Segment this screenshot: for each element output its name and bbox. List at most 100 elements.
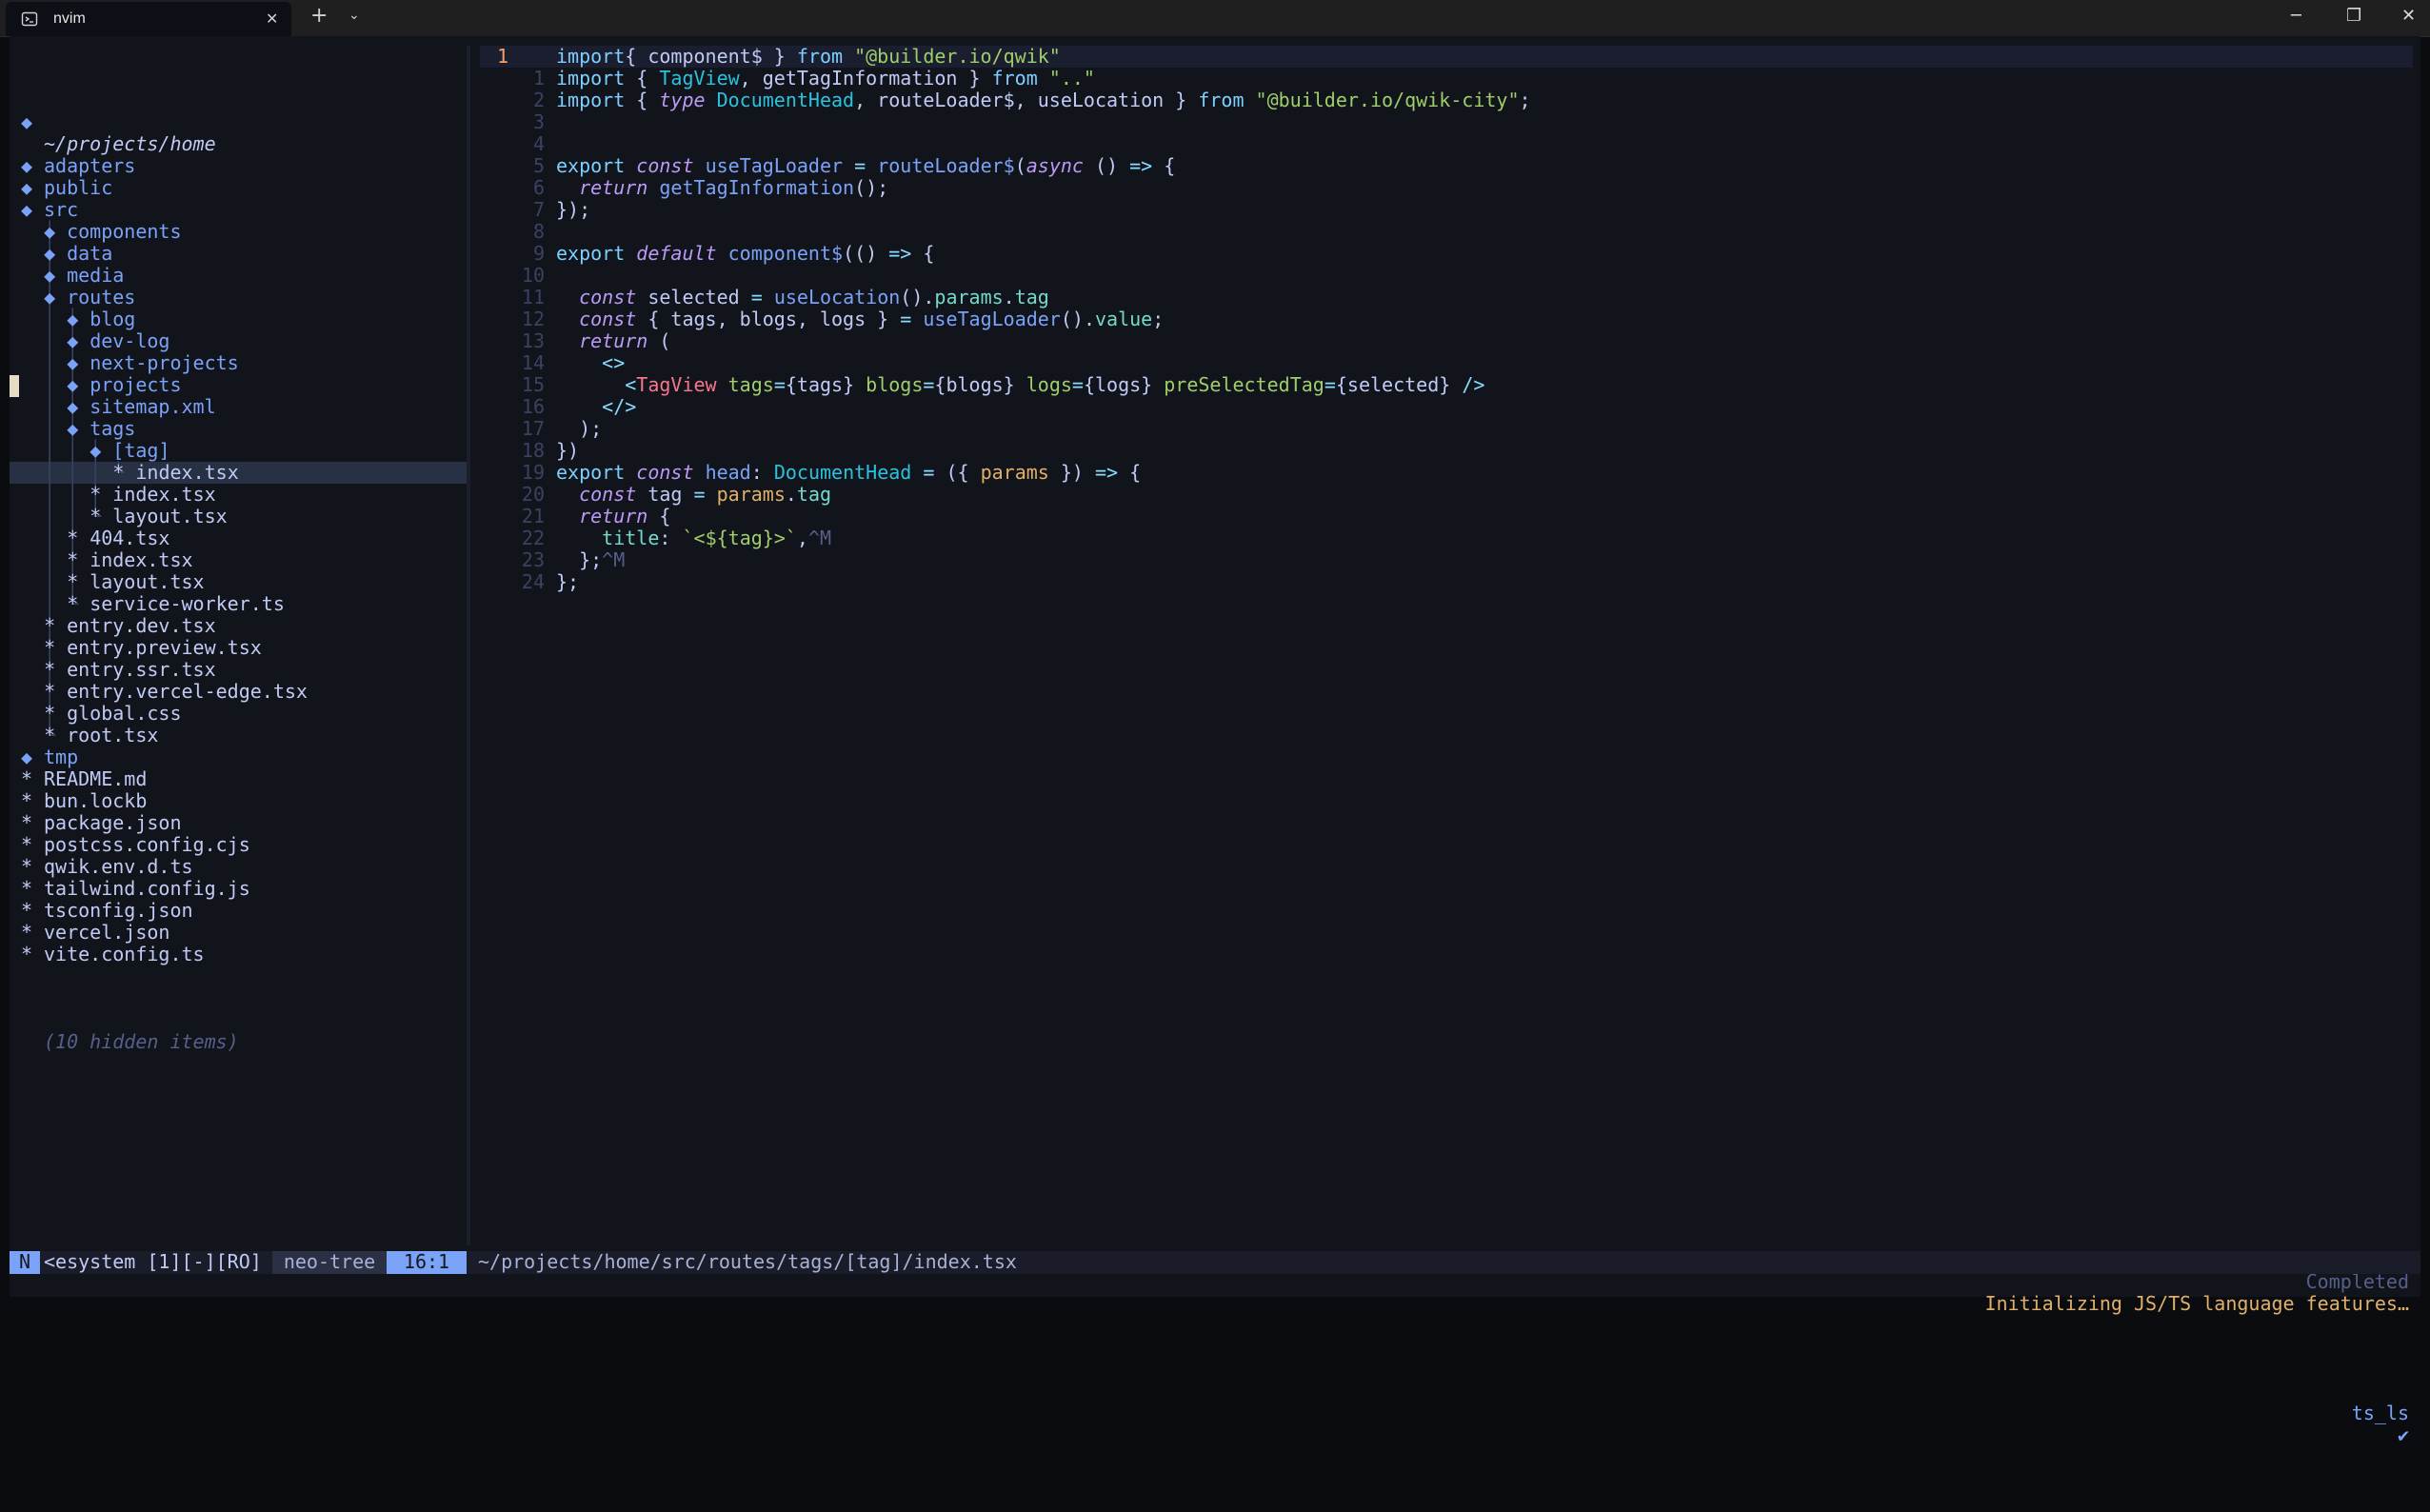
- tree-file[interactable]: │ │ * layout.tsx: [10, 571, 467, 593]
- code-line[interactable]: 17 );: [480, 418, 2413, 440]
- tree-file[interactable]: │ * entry.dev.tsx: [10, 615, 467, 637]
- tree-folder[interactable]: │ ◆ data: [10, 243, 467, 265]
- code-line[interactable]: 22 title: `<${tag}>`,^M: [480, 527, 2413, 549]
- tree-folder[interactable]: │ │ ◆ next-projects: [10, 352, 467, 374]
- tree-root[interactable]: ◆ ~/projects/home: [10, 90, 467, 155]
- tree-file[interactable]: * bun.lockb: [10, 790, 467, 812]
- line-number: 3: [532, 110, 545, 133]
- code-token: =: [773, 373, 786, 396]
- tree-file[interactable]: │ * entry.vercel-edge.tsx: [10, 681, 467, 703]
- tree-folder[interactable]: │ │ ◆ sitemap.xml: [10, 396, 467, 418]
- code-line[interactable]: 1 import{ component$ } from "@builder.io/…: [480, 46, 2413, 68]
- code-line[interactable]: 19 export const head: DocumentHead = ({ p…: [480, 462, 2413, 484]
- line-number: 23: [521, 548, 545, 571]
- code-token: from: [796, 45, 844, 68]
- code-line[interactable]: 9 export default component$(() => {: [480, 243, 2413, 265]
- code-text: import { type DocumentHead, routeLoader$…: [556, 90, 1531, 111]
- tree-folder[interactable]: │ │ ◆ blog: [10, 308, 467, 330]
- tab-title: nvim: [53, 10, 86, 27]
- code-line[interactable]: 8: [480, 221, 2413, 243]
- minimize-button[interactable]: ─: [2291, 6, 2301, 26]
- file-icon: *: [44, 658, 56, 681]
- code-token: return: [579, 329, 648, 352]
- tree-file[interactable]: │ * global.css: [10, 703, 467, 725]
- code-line[interactable]: 18}): [480, 440, 2413, 462]
- tree-file[interactable]: * tailwind.config.js: [10, 878, 467, 900]
- tree-item-label: src: [44, 198, 79, 221]
- file-icon: *: [21, 833, 33, 856]
- tree-file[interactable]: * package.json: [10, 812, 467, 834]
- code-line[interactable]: 14 <>: [480, 352, 2413, 374]
- tree-file[interactable]: * qwik.env.d.ts: [10, 856, 467, 878]
- window-separator: [467, 46, 470, 1245]
- code-token: =: [1324, 373, 1336, 396]
- tree-file[interactable]: │ * entry.ssr.tsx: [10, 659, 467, 681]
- code-line[interactable]: 12 const { tags, blogs, logs } = useTagL…: [480, 308, 2413, 330]
- line-number: 17: [521, 417, 545, 440]
- tree-folder[interactable]: ◆ src: [10, 199, 467, 221]
- tree-file[interactable]: │ * entry.preview.tsx: [10, 637, 467, 659]
- code-line[interactable]: 10: [480, 265, 2413, 287]
- tree-file[interactable]: └ * root.tsx: [10, 725, 467, 746]
- code-line[interactable]: 23 };^M: [480, 549, 2413, 571]
- tree-folder[interactable]: │ ◆ routes: [10, 287, 467, 308]
- tree-file[interactable]: * README.md: [10, 768, 467, 790]
- tree-item-label: layout.tsx: [90, 570, 205, 593]
- tree-folder[interactable]: │ │ │ ◆ [tag]: [10, 440, 467, 462]
- code-text: </>: [556, 396, 636, 418]
- code-token: ().: [1060, 308, 1095, 330]
- tree-folder[interactable]: ◆ tmp: [10, 746, 467, 768]
- tree-file[interactable]: * vercel.json: [10, 922, 467, 944]
- code-line[interactable]: 11 const selected = useLocation().params…: [480, 287, 2413, 308]
- tree-file[interactable]: │ └ * service-worker.ts: [10, 593, 467, 615]
- code-line[interactable]: 24};: [480, 571, 2413, 593]
- line-number: 20: [521, 483, 545, 506]
- code-line[interactable]: 20 const tag = params.tag: [480, 484, 2413, 506]
- tree-file[interactable]: │ │ │ * index.tsx: [10, 484, 467, 506]
- code-editor[interactable]: 1 import{ component$ } from "@builder.io/…: [480, 46, 2413, 593]
- folder-icon: ◆: [44, 286, 56, 308]
- close-window-button[interactable]: ✕: [2401, 6, 2416, 26]
- code-line[interactable]: 16 </>: [480, 396, 2413, 418]
- tree-file[interactable]: * tsconfig.json: [10, 900, 467, 922]
- code-line[interactable]: 13 return (: [480, 330, 2413, 352]
- tree-file[interactable]: │ │ * index.tsx: [10, 549, 467, 571]
- tree-folder[interactable]: │ ◆ media: [10, 265, 467, 287]
- code-line[interactable]: 6 return getTagInformation();: [480, 177, 2413, 199]
- tree-file[interactable]: │ │ │ └ * index.tsx: [10, 462, 467, 484]
- maximize-button[interactable]: ❐: [2346, 6, 2361, 26]
- tree-item-label: entry.ssr.tsx: [67, 658, 216, 681]
- neo-tree-panel: ◆ ~/projects/home ◆ adapters ◆ public ◆ src │ …: [10, 46, 467, 1075]
- line-number: 10: [521, 264, 545, 287]
- tree-folder[interactable]: ◆ adapters: [10, 155, 467, 177]
- new-tab-button[interactable]: +: [310, 4, 328, 28]
- code-line[interactable]: 15 <TagView tags={tags} blogs={blogs} lo…: [480, 374, 2413, 396]
- chevron-down-icon[interactable]: ⌄: [349, 8, 360, 23]
- code-line[interactable]: 3: [480, 111, 2413, 133]
- tree-item-label: vite.config.ts: [44, 943, 205, 965]
- code-line[interactable]: 7});: [480, 199, 2413, 221]
- tree-file[interactable]: │ │ └ * layout.tsx: [10, 506, 467, 527]
- line-number: 5: [532, 154, 545, 177]
- code-line[interactable]: 1 import { TagView, getTagInformation } f…: [480, 68, 2413, 90]
- tab-close-icon[interactable]: ✕: [266, 10, 278, 28]
- code-token: export: [556, 154, 626, 177]
- code-line[interactable]: 2 import { type DocumentHead, routeLoader…: [480, 90, 2413, 111]
- tree-folder[interactable]: ◆ public: [10, 177, 467, 199]
- tree-folder[interactable]: │ │ ◆ dev-log: [10, 330, 467, 352]
- line-number: 22: [521, 527, 545, 549]
- tab-nvim[interactable]: nvim ✕: [6, 2, 291, 36]
- tree-folder[interactable]: │ │ ◆ tags: [10, 418, 467, 440]
- tree-folder[interactable]: │ ◆ components: [10, 221, 467, 243]
- code-line[interactable]: 5 export const useTagLoader = routeLoader…: [480, 155, 2413, 177]
- code-token: const: [636, 154, 694, 177]
- tree-file[interactable]: │ │ * 404.tsx: [10, 527, 467, 549]
- tree-file[interactable]: * vite.config.ts: [10, 944, 467, 965]
- tree-file[interactable]: * postcss.config.cjs: [10, 834, 467, 856]
- tree-item-label: blog: [90, 308, 136, 330]
- code-line[interactable]: 4: [480, 133, 2413, 155]
- tree-folder[interactable]: │ │ ◆ projects: [10, 374, 467, 396]
- code-line[interactable]: 21 return {: [480, 506, 2413, 527]
